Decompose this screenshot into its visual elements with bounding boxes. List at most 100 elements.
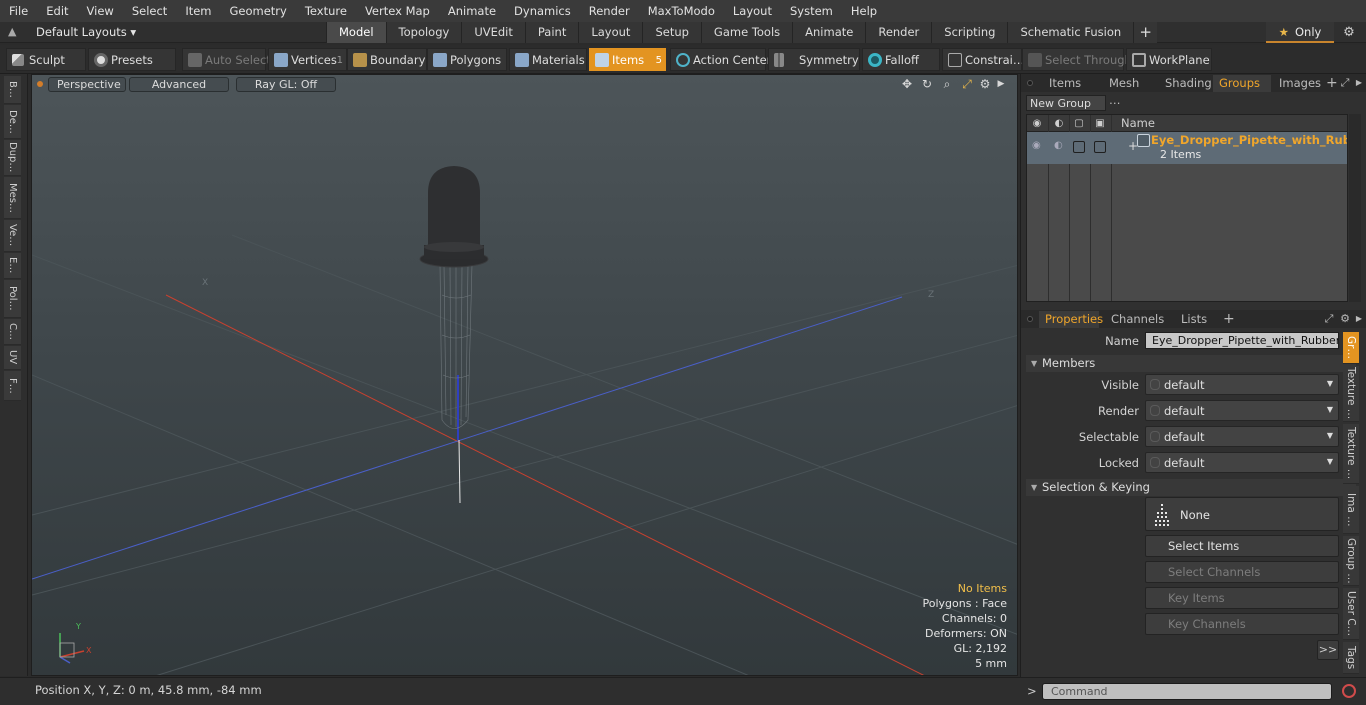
materials-button[interactable]: Materials — [509, 48, 587, 71]
shading-selector[interactable]: Advanced — [129, 77, 229, 92]
menu-maxtomodo[interactable]: MaxToModo — [639, 0, 724, 22]
tab-images[interactable]: Images — [1273, 75, 1325, 92]
record-macro-icon[interactable] — [1342, 684, 1356, 698]
panel-menu-dot[interactable] — [1027, 80, 1033, 86]
menu-help[interactable]: Help — [842, 0, 886, 22]
tab-groups[interactable]: Groups — [1213, 75, 1271, 92]
menu-view[interactable]: View — [78, 0, 123, 22]
members-section[interactable]: ▼ Members — [1026, 355, 1356, 372]
name-field[interactable]: Eye_Dropper_Pipette_with_Rubber_H — [1145, 332, 1339, 349]
menu-item[interactable]: Item — [176, 0, 220, 22]
tab-items[interactable]: Items — [1043, 75, 1101, 92]
rotate-view-icon[interactable]: ↻ — [919, 77, 935, 92]
vtab-image[interactable]: Ima … — [1343, 486, 1359, 534]
vtab-group-2[interactable]: Group … — [1343, 536, 1359, 586]
key-items-button[interactable]: Key Items — [1145, 587, 1339, 609]
vertices-button[interactable]: Vertices 1 — [268, 48, 347, 71]
auto-select-button[interactable]: Auto Select — [182, 48, 271, 71]
tab-layout[interactable]: Layout — [578, 22, 643, 43]
selection-keying-section[interactable]: ▼ Selection & Keying — [1026, 479, 1356, 496]
left-tab-duplicate[interactable]: Dup… — [4, 140, 21, 176]
left-tab-vertex[interactable]: Ve… — [4, 220, 21, 252]
symmetry-button[interactable]: Symmetry — [768, 48, 860, 71]
presets-button[interactable]: Presets — [88, 48, 176, 71]
vtab-user-channels[interactable]: User C… — [1343, 588, 1359, 640]
key-channels-button[interactable]: Key Channels — [1145, 613, 1339, 635]
group-row[interactable]: ◉ ◐ + Eye_Dropper_Pipette_with_Rub… 2 It… — [1027, 132, 1347, 164]
groups-scrollbar[interactable] — [1349, 114, 1361, 302]
view-mode-selector[interactable]: Perspective — [48, 77, 126, 92]
tab-mesh[interactable]: Mesh … — [1103, 75, 1157, 107]
tab-paint[interactable]: Paint — [524, 22, 579, 43]
items-button[interactable]: Items 5 — [589, 48, 666, 71]
selection-none-button[interactable]: None — [1145, 497, 1339, 531]
row-render-icon[interactable]: ◐ — [1054, 140, 1063, 151]
menu-layout[interactable]: Layout — [724, 0, 781, 22]
tab-schematic-fusion[interactable]: Schematic Fusion — [1007, 22, 1134, 43]
left-tab-polygon[interactable]: Pol… — [4, 280, 21, 318]
left-tab-mesh-edit[interactable]: Mes… — [4, 177, 21, 219]
add-tab-button[interactable]: + — [1133, 22, 1158, 43]
menu-animate[interactable]: Animate — [439, 0, 505, 22]
left-tab-uv[interactable]: UV — [4, 346, 21, 370]
tab-game-tools[interactable]: Game Tools — [700, 22, 793, 43]
menu-system[interactable]: System — [781, 0, 842, 22]
tab-uvedit[interactable]: UVEdit — [461, 22, 525, 43]
fit-view-icon[interactable]: ⤢ — [959, 77, 975, 92]
left-tab-curve[interactable]: C… — [4, 319, 21, 345]
render-dropdown[interactable]: default ▼ — [1145, 400, 1339, 421]
polygons-button[interactable]: Polygons — [427, 48, 507, 71]
add-panel-tab-button[interactable]: + — [1326, 74, 1338, 92]
new-group-button[interactable]: New Group — [1026, 95, 1106, 111]
row-eye-icon[interactable]: ◉ — [1032, 140, 1041, 151]
menu-render[interactable]: Render — [580, 0, 639, 22]
action-center-button[interactable]: Action Center — [670, 48, 771, 71]
menu-select[interactable]: Select — [123, 0, 176, 22]
glass-tube-model[interactable] — [439, 264, 473, 429]
only-button[interactable]: ★ Only — [1266, 22, 1334, 43]
menu-texture[interactable]: Texture — [296, 0, 356, 22]
viewport-menu-dot[interactable] — [37, 81, 43, 87]
tab-animate[interactable]: Animate — [792, 22, 866, 43]
panel-expand-icon[interactable]: ⤢ — [1338, 75, 1352, 91]
select-cube-icon[interactable]: ▢ — [1072, 117, 1086, 130]
move-view-icon[interactable]: ✥ — [899, 77, 915, 92]
workplane-button[interactable]: WorkPlane — [1126, 48, 1212, 71]
vtab-tags[interactable]: Tags — [1343, 642, 1359, 674]
menu-file[interactable]: File — [0, 0, 37, 22]
tab-render[interactable]: Render — [865, 22, 932, 43]
menu-geometry[interactable]: Geometry — [221, 0, 296, 22]
render-icon[interactable]: ◐ — [1052, 117, 1066, 130]
more-button[interactable]: >> — [1317, 640, 1339, 660]
tab-topology[interactable]: Topology — [385, 22, 462, 43]
row-select-checkbox[interactable] — [1073, 141, 1085, 153]
left-tab-edge[interactable]: E… — [4, 253, 21, 279]
panel-arrow-icon[interactable]: ▶ — [1352, 75, 1366, 91]
raygl-toggle[interactable]: Ray GL: Off — [236, 77, 336, 92]
visibility-eye-icon[interactable]: ◉ — [1030, 117, 1044, 130]
visible-dropdown[interactable]: default ▼ — [1145, 374, 1339, 395]
menu-edit[interactable]: Edit — [37, 0, 77, 22]
rubber-bulb-model[interactable] — [419, 166, 489, 268]
layout-arrow-icon[interactable]: ▲ — [8, 25, 22, 39]
gear-icon[interactable]: ⚙ — [1340, 24, 1358, 41]
left-tab-basic[interactable]: B… — [4, 76, 21, 104]
falloff-button[interactable]: Falloff — [862, 48, 940, 71]
tab-model[interactable]: Model — [326, 22, 386, 43]
vtab-group[interactable]: Gr… — [1343, 332, 1359, 364]
select-channels-button[interactable]: Select Channels — [1145, 561, 1339, 583]
command-input[interactable]: Command — [1042, 683, 1332, 700]
row-lock-checkbox[interactable] — [1094, 141, 1106, 153]
3d-viewport[interactable]: X Z Perspective Advanced Ray GL: Off ✥ ↻ — [31, 74, 1018, 676]
zoom-view-icon[interactable]: ⌕ — [939, 77, 955, 92]
layout-selector[interactable]: Default Layouts ▾ — [30, 24, 142, 41]
select-through-button[interactable]: Select Through — [1022, 48, 1132, 71]
left-tab-fusion[interactable]: F… — [4, 371, 21, 401]
menu-dynamics[interactable]: Dynamics — [505, 0, 580, 22]
sculpt-button[interactable]: Sculpt — [6, 48, 86, 71]
vtab-texture-2[interactable]: Texture … — [1343, 424, 1359, 484]
left-tab-deform[interactable]: De… — [4, 105, 21, 139]
viewport-expand-icon[interactable]: ▶ — [993, 77, 1009, 92]
select-items-button[interactable]: Select Items — [1145, 535, 1339, 557]
viewport-gear-icon[interactable]: ⚙ — [977, 77, 993, 92]
